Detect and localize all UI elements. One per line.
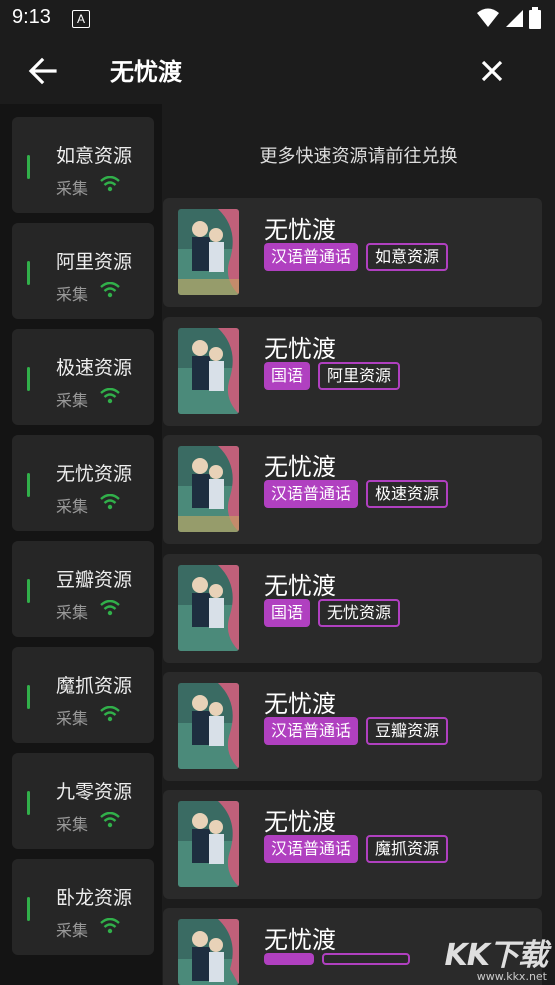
poster-thumbnail bbox=[178, 209, 239, 295]
source-tag bbox=[322, 953, 410, 965]
active-indicator bbox=[27, 897, 30, 921]
sidebar-item-sub: 采集 bbox=[56, 603, 89, 622]
result-title: 无忧渡 bbox=[264, 572, 336, 600]
language-tag: 国语 bbox=[264, 599, 311, 627]
notification-a-icon: A bbox=[72, 10, 90, 28]
result-card[interactable]: 无忧渡 国语 无忧资源 bbox=[163, 554, 542, 663]
result-card[interactable]: 无忧渡 国语 阿里资源 bbox=[163, 317, 542, 426]
status-bar: 9:13 A bbox=[0, 0, 555, 38]
result-card[interactable]: 无忧渡 汉语普通话 极速资源 bbox=[163, 435, 542, 544]
sidebar-item-sub: 采集 bbox=[56, 709, 89, 728]
active-indicator bbox=[27, 261, 30, 285]
result-title: 无忧渡 bbox=[264, 216, 336, 244]
exchange-hint[interactable]: 更多快速资源请前往兑换 bbox=[162, 142, 555, 168]
signal-wifi-icon bbox=[100, 918, 120, 934]
tag-row bbox=[264, 953, 410, 965]
result-title: 无忧渡 bbox=[264, 926, 336, 954]
result-title: 无忧渡 bbox=[264, 335, 336, 363]
language-tag: 汉语普通话 bbox=[264, 243, 359, 271]
active-indicator bbox=[27, 473, 30, 497]
sidebar-item-sub: 采集 bbox=[56, 391, 89, 410]
tag-row: 汉语普通话 魔抓资源 bbox=[264, 835, 449, 863]
active-indicator bbox=[27, 685, 30, 709]
language-tag: 汉语普通话 bbox=[264, 480, 359, 508]
result-card[interactable]: 无忧渡 汉语普通话 魔抓资源 bbox=[163, 790, 542, 899]
result-card[interactable]: 无忧渡 汉语普通话 豆瓣资源 bbox=[163, 672, 542, 781]
language-tag bbox=[264, 953, 314, 965]
result-title: 无忧渡 bbox=[264, 453, 336, 481]
sidebar-item-label: 如意资源 bbox=[56, 145, 133, 167]
poster-thumbnail bbox=[178, 919, 239, 985]
sidebar-item-wuyou[interactable]: 无忧资源 采集 bbox=[12, 435, 154, 531]
source-tag: 豆瓣资源 bbox=[366, 717, 449, 745]
signal-wifi-icon bbox=[100, 282, 120, 298]
sidebar-item-wolong[interactable]: 卧龙资源 采集 bbox=[12, 859, 154, 955]
source-tag: 阿里资源 bbox=[318, 362, 401, 390]
sidebar-item-sub: 采集 bbox=[56, 179, 89, 198]
sidebar-item-label: 阿里资源 bbox=[56, 251, 133, 273]
signal-wifi-icon bbox=[100, 600, 120, 616]
signal-wifi-icon bbox=[100, 494, 120, 510]
sidebar-item-jisu[interactable]: 极速资源 采集 bbox=[12, 329, 154, 425]
sidebar-item-label: 九零资源 bbox=[56, 781, 133, 803]
result-title: 无忧渡 bbox=[264, 808, 336, 836]
poster-thumbnail bbox=[178, 565, 239, 651]
sidebar-item-ali[interactable]: 阿里资源 采集 bbox=[12, 223, 154, 319]
source-tag: 如意资源 bbox=[366, 243, 449, 271]
tag-row: 国语 无忧资源 bbox=[264, 599, 401, 627]
poster-thumbnail bbox=[178, 446, 239, 532]
result-title: 无忧渡 bbox=[264, 690, 336, 718]
status-time: 9:13 bbox=[12, 6, 51, 28]
tag-row: 汉语普通话 豆瓣资源 bbox=[264, 717, 449, 745]
sidebar-item-label: 极速资源 bbox=[56, 357, 133, 379]
poster-thumbnail bbox=[178, 683, 239, 769]
sidebar-item-sub: 采集 bbox=[56, 921, 89, 940]
source-tag: 极速资源 bbox=[366, 480, 449, 508]
active-indicator bbox=[27, 367, 30, 391]
language-tag: 汉语普通话 bbox=[264, 835, 359, 863]
sidebar-item-ruyi[interactable]: 如意资源 采集 bbox=[12, 117, 154, 213]
sidebar-item-label: 卧龙资源 bbox=[56, 887, 133, 909]
status-icons bbox=[477, 7, 541, 29]
signal-wifi-icon bbox=[100, 388, 120, 404]
signal-wifi-icon bbox=[100, 176, 120, 192]
sidebar-item-sub: 采集 bbox=[56, 497, 89, 516]
sidebar-item-mozhua[interactable]: 魔抓资源 采集 bbox=[12, 647, 154, 743]
source-tag: 无忧资源 bbox=[318, 599, 401, 627]
source-tag: 魔抓资源 bbox=[366, 835, 449, 863]
poster-thumbnail bbox=[178, 801, 239, 887]
back-button[interactable] bbox=[26, 54, 60, 88]
sidebar-item-sub: 采集 bbox=[56, 285, 89, 304]
sidebar-item-douban[interactable]: 豆瓣资源 采集 bbox=[12, 541, 154, 637]
poster-thumbnail bbox=[178, 328, 239, 414]
active-indicator bbox=[27, 155, 30, 179]
site-watermark: KK下载 www.kkx.net bbox=[445, 930, 548, 983]
sidebar-item-label: 豆瓣资源 bbox=[56, 569, 133, 591]
result-card[interactable]: 无忧渡 汉语普通话 如意资源 bbox=[163, 198, 542, 307]
sidebar-item-jiuling[interactable]: 九零资源 采集 bbox=[12, 753, 154, 849]
language-tag: 汉语普通话 bbox=[264, 717, 359, 745]
watermark-logo-text: KK下载 bbox=[444, 938, 548, 973]
close-icon bbox=[481, 60, 503, 82]
tag-row: 国语 阿里资源 bbox=[264, 362, 401, 390]
cell-signal-icon bbox=[506, 10, 523, 27]
tag-row: 汉语普通话 极速资源 bbox=[264, 480, 449, 508]
sidebar-item-label: 无忧资源 bbox=[56, 463, 133, 485]
close-button[interactable] bbox=[475, 54, 509, 88]
signal-wifi-icon bbox=[100, 812, 120, 828]
arrow-left-icon bbox=[28, 57, 57, 85]
active-indicator bbox=[27, 579, 30, 603]
sidebar-item-sub: 采集 bbox=[56, 815, 89, 834]
signal-wifi-icon bbox=[100, 706, 120, 722]
sidebar-item-label: 魔抓资源 bbox=[56, 675, 133, 697]
source-sidebar: 如意资源 采集 阿里资源 采集 极速资源 采集 无忧资源 采集 豆瓣资源 采集 … bbox=[0, 104, 162, 985]
battery-icon bbox=[529, 7, 541, 29]
wifi-status-icon bbox=[477, 8, 499, 27]
app-bar: 无忧渡 bbox=[0, 38, 555, 104]
page-title: 无忧渡 bbox=[110, 58, 182, 86]
tag-row: 汉语普通话 如意资源 bbox=[264, 243, 449, 271]
active-indicator bbox=[27, 791, 30, 815]
language-tag: 国语 bbox=[264, 362, 311, 390]
